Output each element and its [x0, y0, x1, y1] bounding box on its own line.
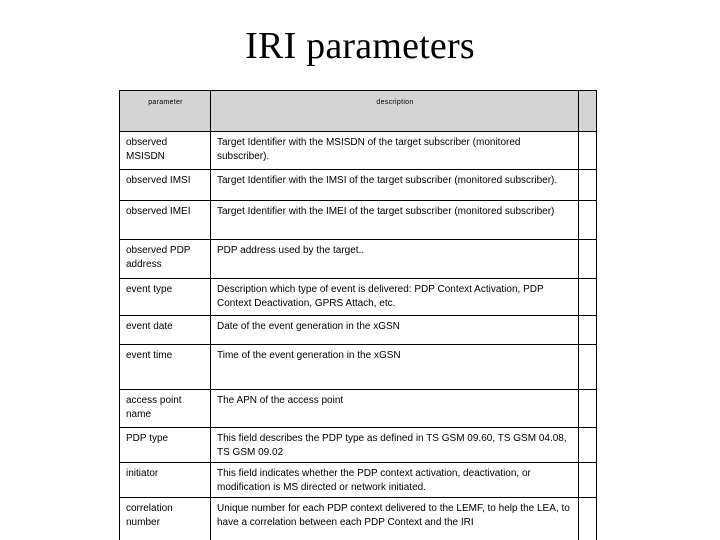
cell-parameter: correlation number — [119, 497, 211, 540]
table-row: observed MSISDN Target Identifier with t… — [119, 131, 597, 170]
cell-description: This field describes the PDP type as def… — [210, 427, 579, 463]
cell-extra — [578, 389, 597, 428]
table-row: observed PDP address PDP address used by… — [119, 239, 597, 279]
cell-parameter: PDP type — [119, 427, 211, 463]
cell-extra — [578, 239, 597, 279]
cell-description: The APN of the access point — [210, 389, 579, 428]
cell-parameter: observed IMEI — [119, 200, 211, 240]
cell-parameter: event type — [119, 278, 211, 316]
cell-description: Unique number for each PDP context deliv… — [210, 497, 579, 540]
cell-description: Target Identifier with the IMEI of the t… — [210, 200, 579, 240]
cell-parameter: observed MSISDN — [119, 131, 211, 170]
iri-parameters-table: parameter description observed MSISDN Ta… — [119, 90, 597, 540]
cell-parameter: access point name — [119, 389, 211, 428]
cell-description: Description which type of event is deliv… — [210, 278, 579, 316]
cell-extra — [578, 462, 597, 498]
cell-extra — [578, 427, 597, 463]
column-header-parameter: parameter — [119, 90, 211, 132]
column-header-extra — [578, 90, 597, 132]
cell-parameter: initiator — [119, 462, 211, 498]
table-row: correlation number Unique number for eac… — [119, 497, 597, 540]
table-row: initiator This field indicates whether t… — [119, 462, 597, 498]
cell-parameter: event time — [119, 344, 211, 390]
cell-parameter: observed PDP address — [119, 239, 211, 279]
cell-extra — [578, 169, 597, 201]
column-header-description: description — [210, 90, 579, 132]
table-row: event time Time of the event generation … — [119, 344, 597, 390]
cell-parameter: observed IMSI — [119, 169, 211, 201]
table-body: observed MSISDN Target Identifier with t… — [119, 131, 597, 540]
cell-description: This field indicates whether the PDP con… — [210, 462, 579, 498]
table-header-row: parameter description — [119, 90, 597, 132]
slide-canvas: IRI parameters parameter description obs… — [0, 0, 720, 540]
table-row: observed IMEI Target Identifier with the… — [119, 200, 597, 240]
cell-extra — [578, 497, 597, 540]
cell-extra — [578, 131, 597, 170]
cell-description: Time of the event generation in the xGSN — [210, 344, 579, 390]
cell-description: PDP address used by the target.. — [210, 239, 579, 279]
cell-extra — [578, 344, 597, 390]
table-row: PDP type This field describes the PDP ty… — [119, 427, 597, 463]
page-title: IRI parameters — [245, 25, 475, 67]
cell-extra — [578, 315, 597, 345]
cell-parameter: event date — [119, 315, 211, 345]
cell-extra — [578, 278, 597, 316]
table-row: access point name The APN of the access … — [119, 389, 597, 428]
cell-description: Target Identifier with the IMSI of the t… — [210, 169, 579, 201]
table-row: observed IMSI Target Identifier with the… — [119, 169, 597, 201]
table-row: event type Description which type of eve… — [119, 278, 597, 316]
cell-description: Date of the event generation in the xGSN — [210, 315, 579, 345]
cell-description: Target Identifier with the MSISDN of the… — [210, 131, 579, 170]
table-row: event date Date of the event generation … — [119, 315, 597, 345]
cell-extra — [578, 200, 597, 240]
